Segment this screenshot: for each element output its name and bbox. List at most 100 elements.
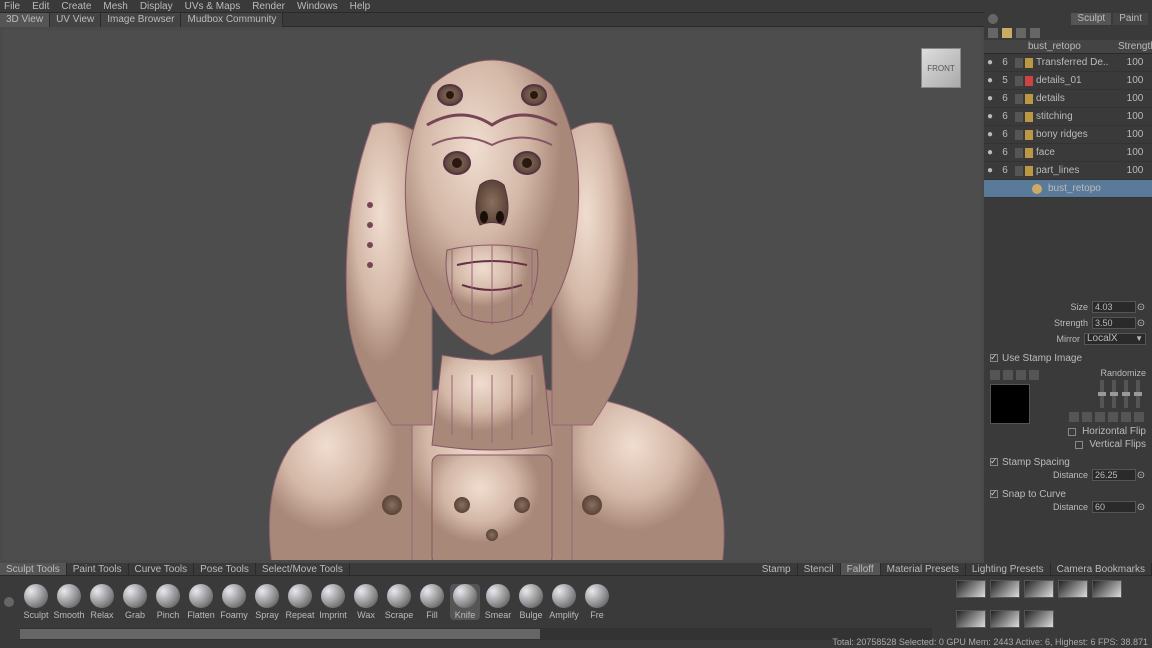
vflip-checkbox[interactable] (1075, 441, 1083, 449)
menu-help[interactable]: Help (350, 1, 371, 12)
layer-row[interactable]: ●6face100 (984, 144, 1152, 162)
layer-toggle-icon[interactable] (1015, 148, 1023, 158)
tool-foamy[interactable]: Foamy (219, 584, 249, 620)
layer-row[interactable]: ●6Transferred De..100 (984, 54, 1152, 72)
tool-tab-sculpttools[interactable]: Sculpt Tools (0, 563, 67, 575)
tool-tab-selectmovetools[interactable]: Select/Move Tools (256, 563, 350, 575)
layer-strength[interactable]: 100 (1118, 57, 1152, 68)
layer-toggle-icon[interactable] (1015, 112, 1023, 122)
tool-spray[interactable]: Spray (252, 584, 282, 620)
random-slider-2[interactable] (1112, 380, 1116, 408)
distance2-input[interactable]: 60 (1092, 501, 1136, 513)
layer-toggle-icon[interactable] (1015, 166, 1023, 176)
distance1-reset-icon[interactable]: ⊙ (1136, 470, 1146, 481)
layer-toggle-icon[interactable] (1015, 76, 1023, 86)
new-layer-icon[interactable] (988, 28, 998, 38)
tool-bulge[interactable]: Bulge (516, 584, 546, 620)
preset-tab-falloff[interactable]: Falloff (841, 563, 881, 575)
layer-visibility-icon[interactable]: ● (984, 165, 996, 176)
use-stamp-checkbox[interactable] (990, 354, 998, 362)
layer-header-name[interactable]: bust_retopo (1024, 41, 1118, 52)
layer-toggle-icon[interactable] (1015, 58, 1023, 68)
preset-tab-stamp[interactable]: Stamp (756, 563, 798, 575)
view-tab-dview[interactable]: 3D View (0, 13, 50, 27)
layer-visibility-icon[interactable]: ● (984, 75, 996, 86)
layer-color-icon[interactable] (1025, 112, 1033, 122)
rand-icon-1[interactable] (1069, 412, 1079, 422)
rand-icon-3[interactable] (1095, 412, 1105, 422)
stamp-grid-icon[interactable] (1016, 370, 1026, 380)
tool-imprint[interactable]: Imprint (318, 584, 348, 620)
snap-curve-checkbox[interactable] (990, 490, 998, 498)
layer-color-icon[interactable] (1025, 148, 1033, 158)
falloff-preset-5[interactable] (956, 610, 986, 628)
strength-input[interactable]: 3.50 (1092, 317, 1136, 329)
rand-icon-6[interactable] (1134, 412, 1144, 422)
falloff-preset-1[interactable] (990, 580, 1020, 598)
random-slider-1[interactable] (1100, 380, 1104, 408)
layer-color-icon[interactable] (1025, 76, 1033, 86)
tool-wax[interactable]: Wax (351, 584, 381, 620)
layer-visibility-icon[interactable]: ● (984, 57, 996, 68)
view-tab-mudboxcommunity[interactable]: Mudbox Community (181, 13, 283, 27)
size-reset-icon[interactable]: ⊙ (1136, 302, 1146, 313)
mode-tab-paint[interactable]: Paint (1113, 13, 1148, 25)
stamp-nav-icon[interactable] (990, 370, 1000, 380)
falloff-preset-7[interactable] (1024, 610, 1054, 628)
tool-amplify[interactable]: Amplify (549, 584, 579, 620)
stamp-preview[interactable] (990, 384, 1030, 424)
preset-tab-materialpresets[interactable]: Material Presets (881, 563, 966, 575)
falloff-preset-3[interactable] (1058, 580, 1088, 598)
tool-smooth[interactable]: Smooth (54, 584, 84, 620)
layer-row[interactable]: ●6details100 (984, 90, 1152, 108)
tool-pinch[interactable]: Pinch (153, 584, 183, 620)
tool-tab-posetools[interactable]: Pose Tools (194, 563, 256, 575)
random-slider-4[interactable] (1136, 380, 1140, 408)
layer-strength[interactable]: 100 (1118, 75, 1152, 86)
tool-grab[interactable]: Grab (120, 584, 150, 620)
layer-row[interactable]: ●6stitching100 (984, 108, 1152, 126)
falloff-preset-2[interactable] (1024, 580, 1054, 598)
menu-create[interactable]: Create (61, 1, 91, 12)
layer-strength[interactable]: 100 (1118, 147, 1152, 158)
view-tab-uvview[interactable]: UV View (50, 13, 101, 27)
menu-file[interactable]: File (4, 1, 20, 12)
layer-row[interactable]: ●6part_lines100 (984, 162, 1152, 180)
menu-windows[interactable]: Windows (297, 1, 338, 12)
layer-color-icon[interactable] (1025, 94, 1033, 104)
stamp-rotate-icon[interactable] (1003, 370, 1013, 380)
tool-sculpt[interactable]: Sculpt (21, 584, 51, 620)
delete-layer-icon[interactable] (1016, 28, 1026, 38)
viewport-3d[interactable]: FRONT (3, 30, 981, 560)
merge-layer-icon[interactable] (1030, 28, 1040, 38)
strength-reset-icon[interactable]: ⊙ (1136, 318, 1146, 329)
layer-color-icon[interactable] (1025, 130, 1033, 140)
layer-visibility-icon[interactable]: ● (984, 111, 996, 122)
layer-color-icon[interactable] (1025, 58, 1033, 68)
layer-strength[interactable]: 100 (1118, 111, 1152, 122)
falloff-preset-0[interactable] (956, 580, 986, 598)
tool-repeat[interactable]: Repeat (285, 584, 315, 620)
tool-tab-curvetools[interactable]: Curve Tools (129, 563, 195, 575)
layer-visibility-icon[interactable]: ● (984, 93, 996, 104)
layer-row-base[interactable]: bust_retopo (984, 180, 1152, 198)
help-icon[interactable] (988, 14, 998, 24)
tool-flatten[interactable]: Flatten (186, 584, 216, 620)
tool-tab-painttools[interactable]: Paint Tools (67, 563, 129, 575)
layer-toggle-icon[interactable] (1015, 130, 1023, 140)
menu-render[interactable]: Render (252, 1, 285, 12)
menu-uvsmaps[interactable]: UVs & Maps (185, 1, 241, 12)
menu-edit[interactable]: Edit (32, 1, 49, 12)
tool-knife[interactable]: Knife (450, 584, 480, 620)
preset-tab-lightingpresets[interactable]: Lighting Presets (966, 563, 1051, 575)
stamp-opts-icon[interactable] (1029, 370, 1039, 380)
shelf-help-icon[interactable] (4, 597, 14, 607)
layer-visibility-icon[interactable]: ● (984, 147, 996, 158)
size-input[interactable]: 4.03 (1092, 301, 1136, 313)
stamp-spacing-checkbox[interactable] (990, 458, 998, 466)
tool-fill[interactable]: Fill (417, 584, 447, 620)
view-cube[interactable]: FRONT (921, 48, 961, 88)
rand-icon-4[interactable] (1108, 412, 1118, 422)
mode-tab-sculpt[interactable]: Sculpt (1071, 13, 1111, 25)
tool-fre[interactable]: Fre (582, 584, 612, 620)
